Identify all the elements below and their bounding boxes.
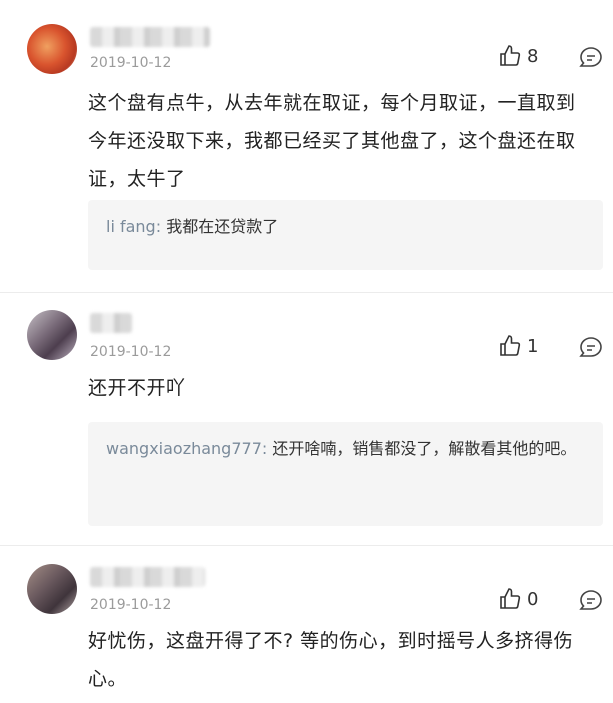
comment-text: 好忧伤，这盘开得了不? 等的伤心，到时摇号人多挤得伤心。 bbox=[88, 630, 574, 690]
comment-date: 2019-10-12 bbox=[90, 55, 172, 71]
thumbs-up-icon bbox=[500, 588, 521, 609]
reply-box[interactable]: li fang: 我都在还贷款了 bbox=[88, 200, 603, 270]
like-button[interactable]: 0 bbox=[498, 587, 538, 611]
comment-text: 这个盘有点牛，从去年就在取证，每个月取证，一直取到今年还没取下来，我都已经买了其… bbox=[88, 92, 576, 190]
username-blurred[interactable] bbox=[90, 313, 132, 333]
avatar[interactable] bbox=[27, 24, 77, 74]
reply-text: 还开啥喃，销售都没了，解散看其他的吧。 bbox=[272, 439, 577, 458]
like-button[interactable]: 8 bbox=[498, 44, 538, 68]
comment-item: 2019-10-12 0 好忧伤，这盘开得了不? 等的伤心，到时摇号人多挤得伤心… bbox=[0, 546, 613, 703]
reply-bubble-icon[interactable] bbox=[578, 45, 604, 69]
comment-date: 2019-10-12 bbox=[90, 344, 172, 360]
thumbs-up-icon bbox=[500, 335, 521, 356]
reply-username[interactable]: li fang: bbox=[106, 217, 161, 236]
reply-bubble-icon[interactable] bbox=[578, 335, 604, 359]
like-count: 1 bbox=[527, 335, 539, 357]
like-count: 0 bbox=[527, 588, 539, 610]
reply-username[interactable]: wangxiaozhang777: bbox=[106, 439, 267, 458]
avatar[interactable] bbox=[27, 564, 77, 614]
reply-text: 我都在还贷款了 bbox=[166, 217, 279, 236]
comment-item: 2019-10-12 1 还开不开吖 wangxiaozhang777: 还开啥… bbox=[0, 293, 613, 545]
comment-text: 还开不开吖 bbox=[88, 377, 186, 399]
username-blurred[interactable] bbox=[90, 567, 205, 587]
reply-bubble-icon[interactable] bbox=[578, 588, 604, 612]
reply-box[interactable]: wangxiaozhang777: 还开啥喃，销售都没了，解散看其他的吧。 bbox=[88, 422, 603, 526]
like-count: 8 bbox=[527, 45, 539, 67]
thumbs-up-icon bbox=[500, 45, 521, 66]
comment-item: 2019-10-12 8 这个盘有点牛，从去年就在取证，每个月取证，一直取到今年… bbox=[0, 0, 613, 292]
comment-date: 2019-10-12 bbox=[90, 597, 172, 613]
username-blurred[interactable] bbox=[90, 27, 210, 47]
avatar[interactable] bbox=[27, 310, 77, 360]
like-button[interactable]: 1 bbox=[498, 334, 538, 358]
